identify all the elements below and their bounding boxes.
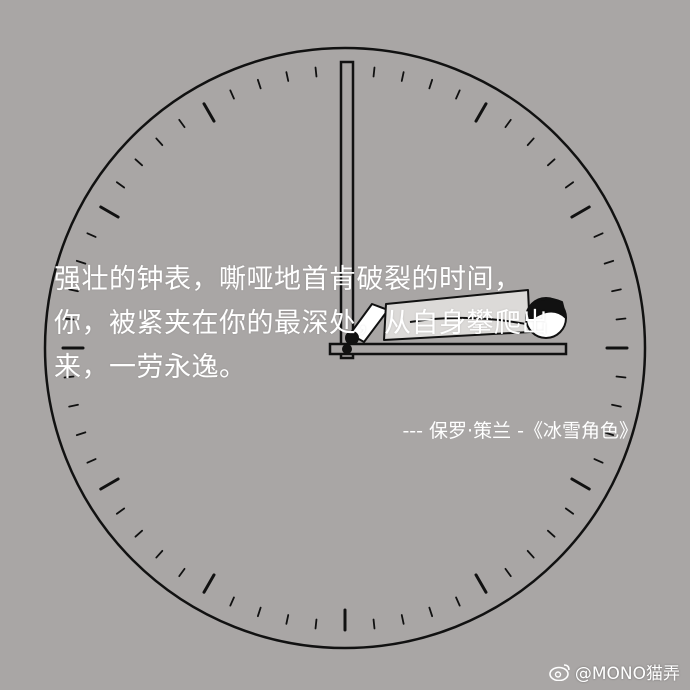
minute-tick — [526, 549, 535, 559]
hour-tick — [202, 102, 216, 123]
minute-tick — [372, 618, 376, 630]
quote-line: 来，一劳永逸。 — [54, 352, 247, 383]
minute-tick — [75, 431, 87, 437]
minute-tick — [155, 549, 164, 559]
minute-tick — [134, 529, 144, 538]
minute-tick — [593, 232, 604, 238]
quote-attribution: --- 保罗·策兰 -《冰雪角色》 — [402, 420, 638, 442]
minute-tick — [504, 118, 512, 129]
minute-tick — [611, 403, 622, 408]
minute-tick — [400, 614, 405, 625]
minute-tick — [86, 232, 97, 238]
minute-tick — [593, 458, 604, 464]
artwork: 强壮的钟表，嘶哑地首肯破裂的时间， 你，被紧夹在你的最深处，从自身攀爬出 来，一… — [0, 0, 690, 690]
minute-tick — [178, 567, 186, 578]
minute-tick — [564, 507, 575, 515]
minute-tick — [428, 606, 434, 618]
minute-tick — [285, 614, 290, 625]
minute-tick — [455, 89, 461, 100]
minute-tick — [428, 78, 434, 90]
watermark-text: @MONO猫弄 — [574, 664, 680, 684]
minute-tick — [372, 66, 376, 78]
hour-tick — [474, 573, 488, 594]
minute-tick — [115, 181, 126, 189]
minute-tick — [134, 158, 144, 167]
minute-tick — [86, 458, 97, 464]
hour-tick — [474, 102, 488, 123]
hour-tick — [570, 205, 591, 219]
quote-line: 强壮的钟表，嘶哑地首肯破裂的时间， — [54, 264, 522, 295]
hour-tick — [202, 573, 216, 594]
minute-tick — [546, 529, 556, 538]
minute-tick — [455, 596, 461, 607]
minute-tick — [229, 89, 235, 100]
minute-tick — [314, 618, 318, 630]
minute-tick — [400, 71, 405, 82]
watermark: @MONO猫弄 — [549, 659, 680, 684]
minute-tick — [256, 78, 262, 90]
weibo-icon — [549, 663, 570, 681]
minute-tick — [546, 158, 556, 167]
minute-tick — [178, 118, 186, 129]
hour-tick — [99, 205, 120, 219]
minute-tick — [229, 596, 235, 607]
minute-tick — [285, 71, 290, 82]
minute-tick — [155, 137, 164, 147]
minute-tick — [115, 507, 126, 515]
hour-tick — [99, 477, 120, 491]
minute-tick — [68, 403, 79, 408]
poem-quote: 强壮的钟表，嘶哑地首肯破裂的时间， 你，被紧夹在你的最深处，从自身攀爬出 来，一… — [54, 258, 654, 390]
minute-tick — [256, 606, 262, 618]
minute-tick — [526, 137, 535, 147]
minute-tick — [564, 181, 575, 189]
minute-tick — [504, 567, 512, 578]
hour-tick — [570, 477, 591, 491]
minute-tick — [314, 66, 318, 78]
quote-line: 你，被紧夹在你的最深处，从自身攀爬出 — [54, 308, 549, 339]
